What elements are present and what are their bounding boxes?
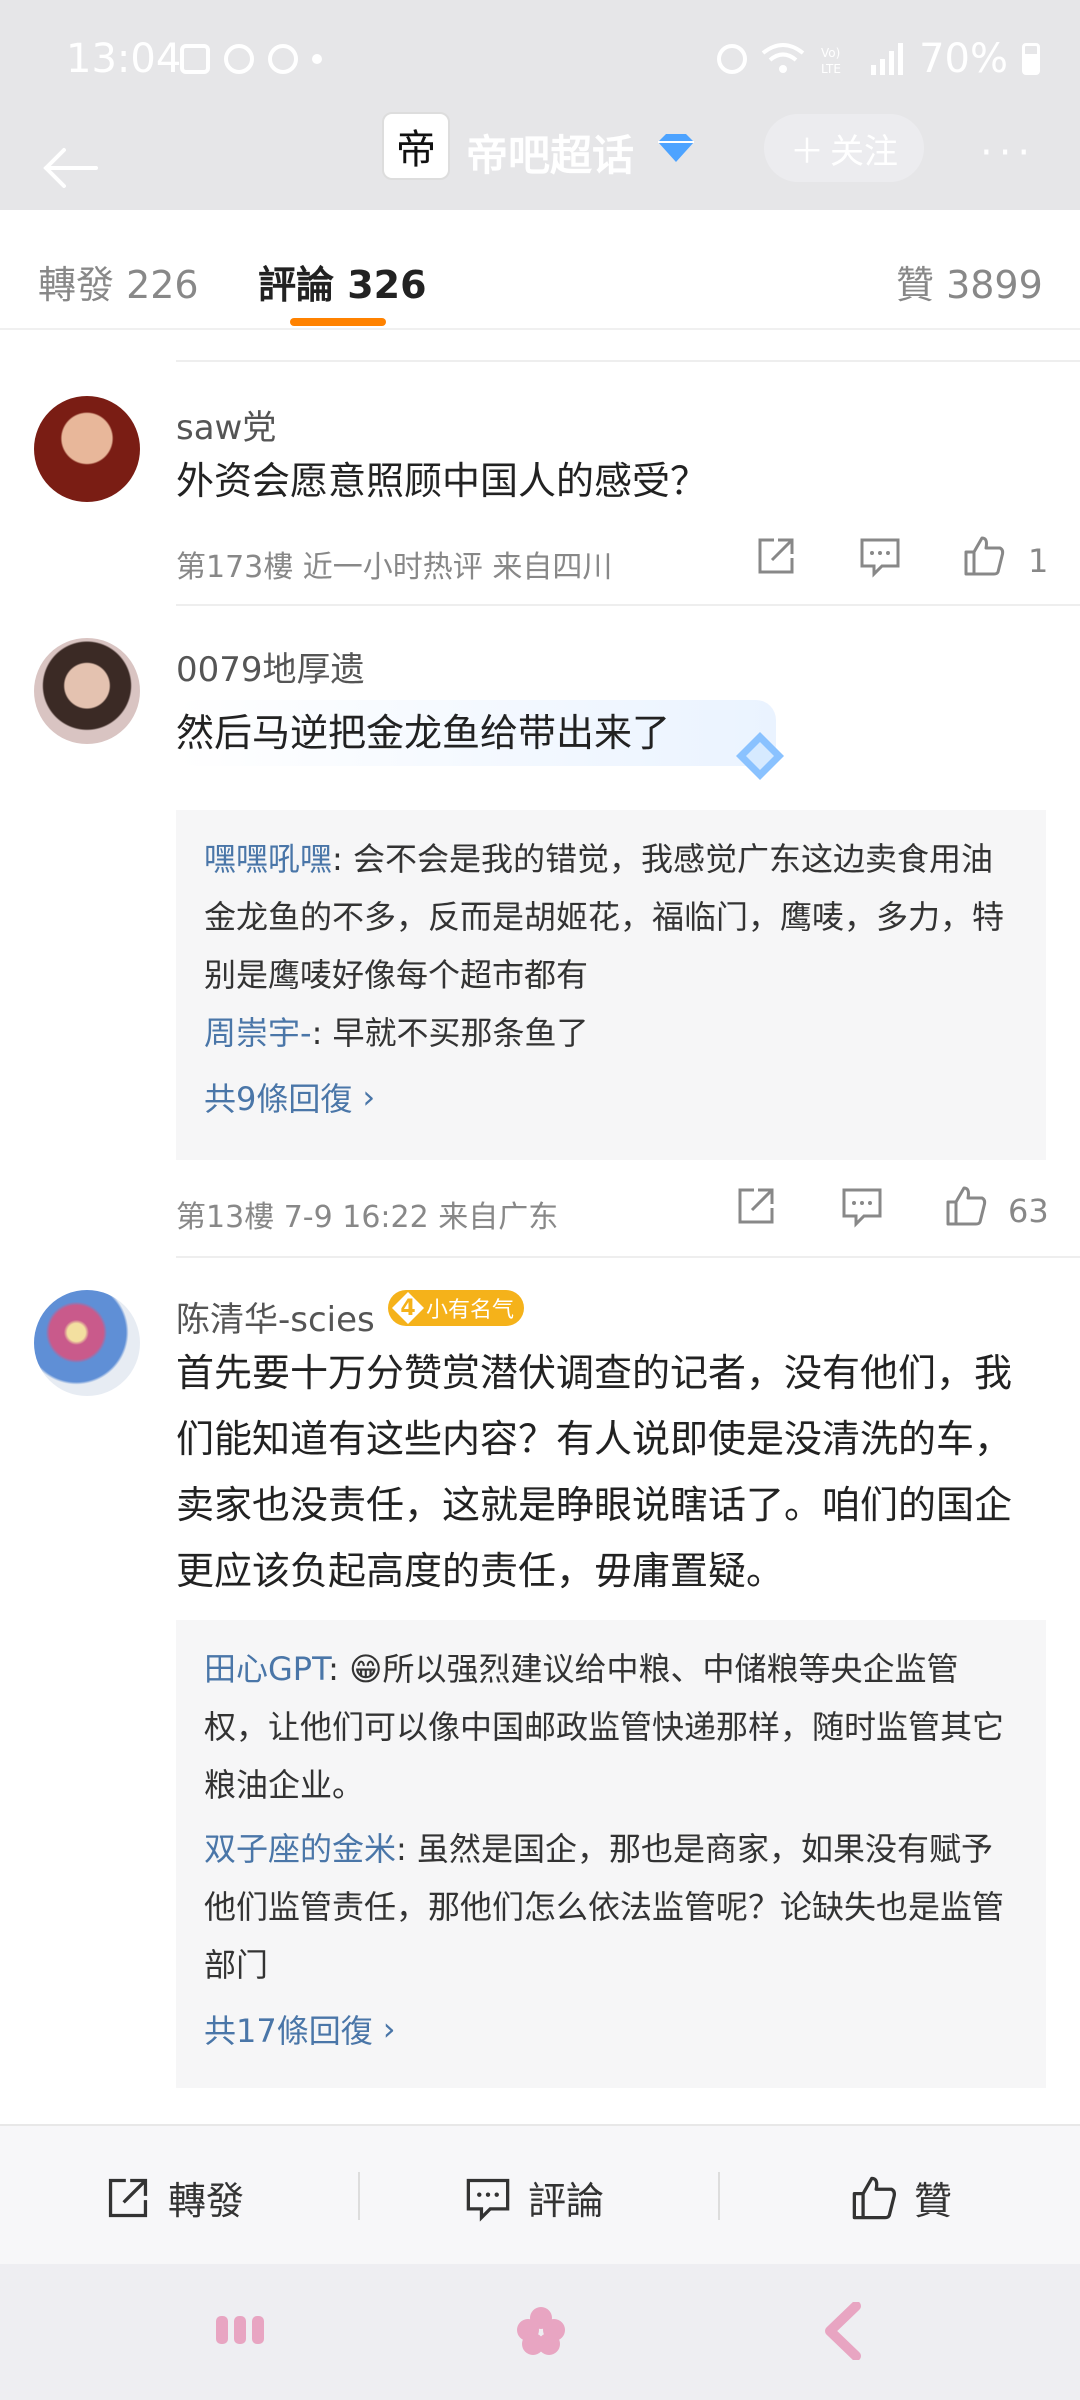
page-title[interactable]: 帝吧超话	[466, 122, 634, 183]
wifi-icon	[761, 43, 805, 73]
more-replies-link[interactable]: 共9條回復 ›	[204, 1074, 1018, 1120]
plus-icon: ＋	[790, 131, 824, 172]
divider	[176, 360, 1080, 362]
chevron-right-icon: ›	[362, 1078, 376, 1116]
reply-username[interactable]: 双子座的金米	[204, 1830, 396, 1868]
comment-username[interactable]: saw党	[176, 400, 276, 449]
back-arrow-icon[interactable]	[40, 138, 100, 198]
comment-text: 外资会愿意照顾中国人的感受？	[176, 459, 709, 503]
comment-icon[interactable]	[840, 1184, 884, 1228]
comment-username[interactable]: 0079地厚遗	[176, 642, 365, 691]
comment-text: 然后马逆把金龙鱼给带出来了	[176, 700, 776, 766]
like-button[interactable]: 贊	[850, 2170, 952, 2225]
comment-button[interactable]: 評論	[464, 2170, 604, 2225]
topic-avatar[interactable]: 帝	[382, 112, 450, 180]
avatar[interactable]	[34, 1290, 140, 1396]
status-right: Vo) LTE 70%	[717, 36, 1040, 82]
follow-label: 关注	[830, 131, 898, 172]
tab-indicator	[290, 318, 386, 326]
like-count: 63	[1008, 1192, 1049, 1230]
tab-comments[interactable]: 評論 326	[258, 254, 427, 309]
reply-item[interactable]: 嘿嘿吼嘿: 会不会是我的错觉，我感觉广东这边卖食用油金龙鱼的不多，反而是胡姬花，…	[204, 830, 1018, 1004]
home-icon[interactable]	[514, 2304, 568, 2358]
more-options-icon[interactable]: ···	[980, 130, 1036, 176]
repost-button[interactable]: 轉發	[104, 2170, 244, 2225]
replies-box: 嘿嘿吼嘿: 会不会是我的错觉，我感觉广东这边卖食用油金龙鱼的不多，反而是胡姬花，…	[176, 810, 1046, 1160]
divider	[176, 604, 1080, 606]
tab-repost[interactable]: 轉發 226	[38, 254, 199, 309]
battery-percent: 70%	[919, 36, 1008, 82]
divider	[718, 2172, 720, 2220]
follow-button[interactable]: ＋ 关注	[764, 114, 924, 182]
recents-icon[interactable]	[214, 2310, 266, 2350]
battery-icon	[1022, 43, 1040, 75]
reply-text: : 早就不买那条鱼了	[311, 1014, 589, 1052]
more-replies-link[interactable]: 共17條回復 ›	[204, 2006, 1018, 2052]
comment-meta-text: 第13樓 7-9 16:22 来自广东	[176, 1200, 559, 1235]
volte-icon: Vo) LTE	[821, 46, 841, 76]
status-bar: 13:04 Vo) LTE 70%	[0, 0, 1080, 120]
more-replies-label: 共9條回復	[204, 1080, 353, 1118]
comment-icon[interactable]	[858, 534, 902, 578]
topic-avatar-char: 帝	[396, 127, 436, 173]
divider	[358, 2172, 360, 2220]
avatar[interactable]	[34, 396, 140, 502]
divider	[176, 1256, 1080, 1258]
more-notifications-icon	[312, 54, 322, 64]
share-icon[interactable]	[754, 534, 798, 578]
notification-icons	[180, 44, 322, 74]
chevron-right-icon: ›	[382, 2010, 396, 2048]
diamond-decoration-icon	[736, 732, 784, 780]
like-icon	[852, 2176, 896, 2219]
share-icon	[108, 2178, 148, 2217]
verified-diamond-icon	[658, 134, 694, 162]
comment-text: 首先要十万分赞赏潜伏调查的记者，没有他们，我们能知道有这些内容？有人说即使是没清…	[176, 1351, 1013, 1593]
svg-text:Vo): Vo)	[821, 46, 840, 60]
more-replies-label: 共17條回復	[204, 2012, 373, 2050]
comment-icon	[466, 2178, 510, 2222]
back-icon[interactable]	[822, 2302, 862, 2360]
level-badge: 4 小有名气	[388, 1290, 525, 1326]
like-count: 1	[1028, 542, 1049, 580]
tabs-bar: 轉發 226 評論 326 贊 3899	[0, 210, 1080, 330]
gallery-icon	[180, 44, 210, 74]
share-icon[interactable]	[734, 1184, 778, 1228]
level-number: 4	[392, 1292, 424, 1324]
reply-item[interactable]: 双子座的金米: 虽然是国企，那也是商家，如果没有赋予他们监管责任，那他们怎么依法…	[204, 1820, 1018, 1994]
status-time: 13:04	[66, 36, 182, 82]
level-badge-text: 小有名气	[426, 1298, 515, 1323]
comment-meta-text: 第173樓 近一小时热评 来自四川	[176, 550, 613, 585]
reply-username[interactable]: 田心GPT	[204, 1650, 328, 1688]
like-label: 贊	[914, 2179, 953, 2223]
bottom-action-bar: 轉發 評論 贊	[0, 2124, 1080, 2264]
reply-username[interactable]: 周崇宇-	[204, 1014, 312, 1052]
like-icon[interactable]	[962, 534, 1006, 578]
reply-item[interactable]: 周崇宇-: 早就不买那条鱼了	[204, 1004, 1018, 1062]
comment-username[interactable]: 陈清华-scies	[176, 1292, 375, 1341]
reply-username[interactable]: 嘿嘿吼嘿	[204, 840, 332, 878]
avatar[interactable]	[34, 638, 140, 744]
tab-likes[interactable]: 贊 3899	[896, 254, 1043, 309]
app-notification-icon	[224, 44, 254, 74]
alarm-icon	[268, 44, 298, 74]
system-navigation-bar	[0, 2264, 1080, 2400]
signal-icon	[871, 43, 904, 75]
repost-label: 轉發	[168, 2179, 245, 2223]
comment-label: 評論	[528, 2179, 605, 2223]
alarm-status-icon	[717, 44, 748, 74]
svg-text:LTE: LTE	[821, 62, 841, 76]
replies-box: 田心GPT: 😁所以强烈建议给中粮、中储粮等央企监管权，让他们可以像中国邮政监管…	[176, 1620, 1046, 2088]
like-icon[interactable]	[944, 1184, 988, 1228]
reply-item[interactable]: 田心GPT: 😁所以强烈建议给中粮、中储粮等央企监管权，让他们可以像中国邮政监管…	[204, 1640, 1018, 1814]
